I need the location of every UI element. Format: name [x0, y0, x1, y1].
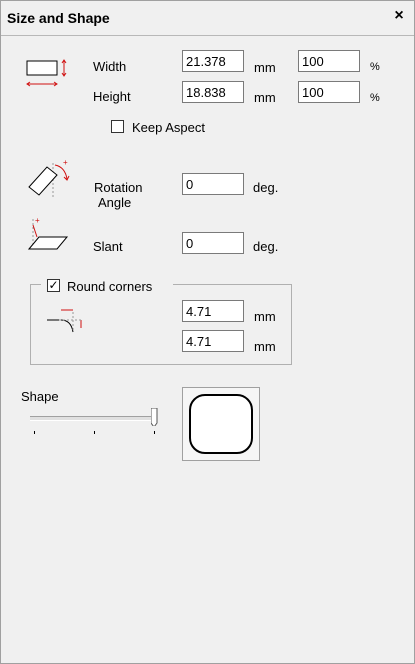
height-percent-unit: %: [370, 92, 380, 104]
corner-vertical-field[interactable]: [182, 330, 244, 352]
slider-tick: [34, 431, 35, 434]
window-title: Size and Shape: [7, 10, 110, 26]
height-field[interactable]: [182, 81, 244, 103]
rotation-unit: deg.: [253, 180, 279, 195]
corner-horizontal-field[interactable]: [182, 300, 244, 322]
round-corners-label: Round corners: [67, 279, 153, 294]
corner-radius-icon: [47, 309, 82, 333]
slider-tick: [154, 431, 155, 434]
svg-text:+: +: [35, 216, 40, 225]
width-percent-field[interactable]: [298, 50, 360, 72]
rotation-icon: +: [28, 158, 70, 197]
width-percent-unit: %: [370, 61, 380, 73]
width-label: Width: [93, 59, 127, 74]
shape-slider-thumb[interactable]: [151, 408, 158, 426]
size-rectangle-icon: [26, 59, 67, 87]
size-and-shape-panel: Size and Shape × Width mm % Height mm % …: [0, 0, 415, 664]
close-icon[interactable]: ×: [390, 7, 408, 25]
height-label: Height: [93, 89, 131, 104]
round-corners-checkbox[interactable]: ✓: [47, 279, 60, 292]
height-percent-field[interactable]: [298, 81, 360, 103]
rotation-label-line2: Angle: [98, 195, 132, 210]
keep-aspect-checkbox[interactable]: [111, 120, 124, 133]
slant-field[interactable]: [182, 232, 244, 254]
width-field[interactable]: [182, 50, 244, 72]
keep-aspect-label: Keep Aspect: [132, 120, 205, 135]
shape-label: Shape: [21, 389, 59, 404]
svg-text:+: +: [63, 158, 68, 167]
slider-tick: [94, 431, 95, 434]
rotation-angle-field[interactable]: [182, 173, 244, 195]
corner-horizontal-unit: mm: [254, 309, 276, 324]
corner-vertical-unit: mm: [254, 339, 276, 354]
rotation-label-line1: Rotation: [94, 180, 143, 195]
shape-slider-track[interactable]: [30, 416, 156, 421]
rounded-rectangle-preview: [189, 394, 253, 454]
height-unit: mm: [254, 90, 276, 105]
slant-label: Slant: [93, 239, 123, 254]
slant-unit: deg.: [253, 239, 279, 254]
title-bar[interactable]: Size and Shape ×: [1, 1, 414, 36]
shape-preview: [182, 387, 260, 461]
width-unit: mm: [254, 60, 276, 75]
slant-icon: +: [27, 216, 69, 250]
